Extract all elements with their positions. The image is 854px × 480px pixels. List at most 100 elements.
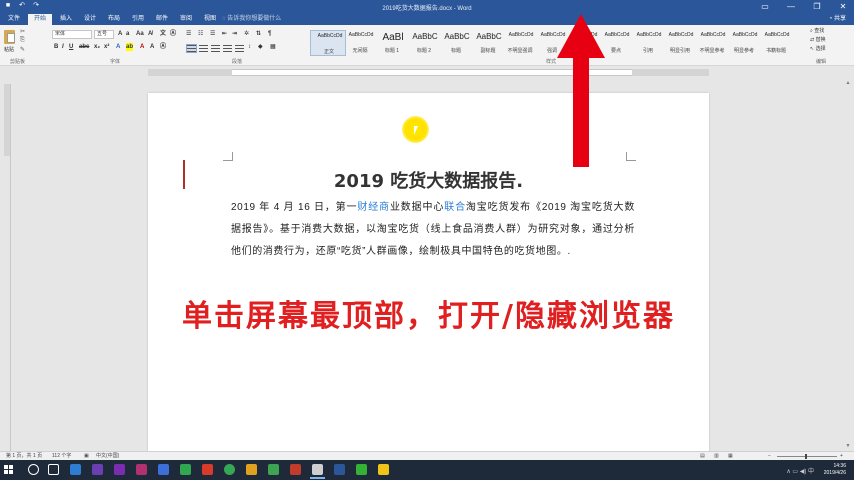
- wechat-icon[interactable]: [356, 464, 367, 475]
- app-green2-icon[interactable]: [268, 464, 279, 475]
- zoom-out-icon[interactable]: −: [768, 453, 771, 460]
- phonetic-guide-icon[interactable]: 文: [160, 30, 166, 38]
- multilevel-list-icon[interactable]: ☰: [210, 30, 215, 38]
- vertical-scrollbar[interactable]: ▲ ▼: [843, 78, 853, 451]
- tab-view[interactable]: 视图: [198, 14, 222, 25]
- char-shading-icon[interactable]: A: [150, 43, 154, 51]
- task-view-icon[interactable]: [48, 464, 59, 475]
- app-pink-icon[interactable]: [136, 464, 147, 475]
- web-layout-icon[interactable]: ▦: [728, 453, 733, 460]
- style-2[interactable]: AaBbCcDd 无间隔: [342, 30, 378, 56]
- tab-insert[interactable]: 插入: [54, 14, 78, 25]
- horizontal-ruler[interactable]: [0, 67, 854, 78]
- read-mode-icon[interactable]: ▤: [700, 453, 705, 460]
- change-case-icon[interactable]: Aa: [136, 30, 144, 38]
- strikethrough-icon[interactable]: abc: [79, 43, 89, 51]
- chinese-layout-icon[interactable]: ✲: [244, 30, 249, 38]
- font-color-icon[interactable]: A: [140, 43, 144, 51]
- underline-icon[interactable]: U: [69, 43, 73, 51]
- app-active-icon[interactable]: [310, 464, 325, 479]
- style-14[interactable]: AaBbCcDd 明显参考: [726, 30, 762, 56]
- ribbon-display-icon[interactable]: ▭: [758, 1, 772, 12]
- text-effects-icon[interactable]: A: [116, 43, 120, 51]
- link-joint[interactable]: 联合: [444, 202, 466, 213]
- borders-icon[interactable]: ▦: [270, 43, 276, 51]
- enclose-char-icon[interactable]: Ⓐ: [170, 30, 176, 38]
- font-family-select[interactable]: 宋体: [52, 30, 92, 39]
- bullets-icon[interactable]: ☰: [186, 30, 191, 38]
- char-border-icon[interactable]: Ⓐ: [160, 43, 166, 51]
- tab-home[interactable]: 开始: [28, 14, 53, 25]
- app-green-icon[interactable]: [180, 464, 191, 475]
- clear-format-icon[interactable]: A̸: [148, 30, 152, 38]
- bold-icon[interactable]: B: [54, 43, 58, 51]
- sort-icon[interactable]: ⇅: [256, 30, 261, 38]
- find-button[interactable]: ⌕ 查找: [810, 27, 826, 36]
- font-size-select[interactable]: 五号: [94, 30, 114, 39]
- highlight-icon[interactable]: ab: [126, 43, 134, 51]
- style-11[interactable]: AaBbCcDd 引用: [630, 30, 666, 56]
- app-blue-icon[interactable]: [158, 464, 169, 475]
- tell-me-search[interactable]: ◌ 告诉我你想要做什么: [222, 15, 281, 24]
- page-count[interactable]: 第 1 页，共 1 页: [6, 453, 42, 460]
- style-6[interactable]: AaBbC 副标题: [470, 30, 506, 56]
- decrease-indent-icon[interactable]: ⇤: [222, 30, 227, 38]
- align-left-icon[interactable]: [186, 44, 197, 53]
- shrink-font-icon[interactable]: a: [126, 30, 129, 38]
- windows-start-icon[interactable]: [4, 465, 14, 475]
- style-12[interactable]: AaBbCcDd 明显引用: [662, 30, 698, 56]
- numbering-icon[interactable]: ☷: [198, 30, 203, 38]
- cut-icon[interactable]: ✂: [20, 28, 25, 35]
- link-finance[interactable]: 财经商: [357, 202, 390, 213]
- grow-font-icon[interactable]: A: [118, 30, 122, 38]
- minimize-button[interactable]: —: [784, 1, 798, 12]
- italic-icon[interactable]: I: [62, 43, 64, 51]
- align-center-icon[interactable]: [199, 45, 208, 52]
- line-spacing-icon[interactable]: ↕: [248, 43, 251, 51]
- copy-icon[interactable]: ⎘: [20, 37, 25, 44]
- style-7[interactable]: AaBbCcDd 不明显强调: [502, 30, 538, 56]
- justify-icon[interactable]: [223, 45, 232, 52]
- close-button[interactable]: ✕: [836, 1, 850, 12]
- tab-mailings[interactable]: 邮件: [150, 14, 174, 25]
- distributed-icon[interactable]: [235, 45, 244, 52]
- select-button[interactable]: ↖ 选择: [810, 45, 826, 54]
- app-red-icon[interactable]: [202, 464, 213, 475]
- show-marks-icon[interactable]: ¶: [268, 30, 271, 38]
- cortana-icon[interactable]: [28, 464, 39, 475]
- style-3[interactable]: AaBl 标题 1: [374, 30, 410, 56]
- app-red2-icon[interactable]: [290, 464, 301, 475]
- tab-references[interactable]: 引用: [126, 14, 150, 25]
- system-tray-icons[interactable]: ∧ ▭ ◀) 中: [786, 466, 814, 475]
- document-page[interactable]: 2019 吃货大数据报告. 2019 年 4 月 16 日，第一财经商业数据中心…: [148, 93, 709, 453]
- style-5[interactable]: AaBbC 标题: [438, 30, 474, 56]
- clock[interactable]: 14:36 2019/4/26: [824, 463, 846, 477]
- edge-icon[interactable]: [70, 464, 81, 475]
- vertical-ruler[interactable]: [2, 84, 11, 451]
- format-painter-icon[interactable]: ✎: [20, 46, 25, 53]
- vs-code-icon[interactable]: [114, 464, 125, 475]
- align-right-icon[interactable]: [211, 45, 220, 52]
- chrome-icon[interactable]: [224, 464, 235, 475]
- shading-icon[interactable]: ◆: [258, 43, 263, 51]
- scroll-up-icon[interactable]: ▲: [844, 79, 852, 87]
- word-icon[interactable]: [334, 464, 345, 475]
- language-indicator[interactable]: 中文(中国): [96, 453, 119, 460]
- superscript-icon[interactable]: x²: [104, 43, 109, 51]
- share-button[interactable]: ◔ 共享: [829, 14, 846, 25]
- style-4[interactable]: AaBbC 标题 2: [406, 30, 442, 56]
- increase-indent-icon[interactable]: ⇥: [232, 30, 237, 38]
- word-count[interactable]: 112 个字: [52, 453, 71, 460]
- print-layout-icon[interactable]: ▥: [714, 453, 719, 460]
- style-13[interactable]: AaBbCcDd 不明显参考: [694, 30, 730, 56]
- tab-layout[interactable]: 布局: [102, 14, 126, 25]
- folder-icon[interactable]: [378, 464, 389, 475]
- style-15[interactable]: AaBbCcDd 书籍标题: [758, 30, 794, 56]
- subscript-icon[interactable]: x₂: [94, 43, 100, 51]
- tab-file[interactable]: 文件: [2, 14, 26, 25]
- zoom-in-icon[interactable]: +: [840, 453, 843, 460]
- zoom-slider-knob[interactable]: [805, 454, 807, 459]
- tab-review[interactable]: 审阅: [174, 14, 198, 25]
- visual-studio-icon[interactable]: [92, 464, 103, 475]
- app-orange-icon[interactable]: [246, 464, 257, 475]
